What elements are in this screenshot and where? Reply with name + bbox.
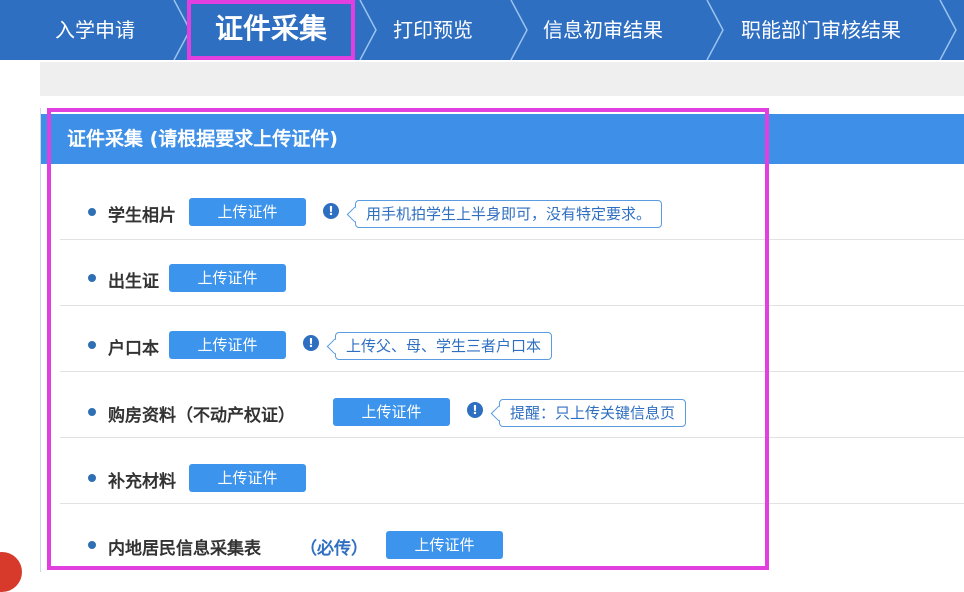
- step-department-review-result[interactable]: 职能部门审核结果: [741, 0, 901, 60]
- list-item-supplementary-materials: 补充材料 上传证件: [60, 437, 964, 504]
- step-navigation: 入学申请 证件采集 打印预览 信息初审结果 职能部门审核结果: [0, 0, 964, 60]
- item-label: 出生证: [108, 272, 159, 292]
- upload-button[interactable]: 上传证件: [169, 264, 286, 292]
- exclamation-circle-icon: !: [323, 203, 339, 219]
- bullet-dot: [88, 341, 96, 349]
- item-label: 补充材料: [108, 472, 176, 492]
- bullet-dot: [88, 408, 96, 416]
- step-admission-application[interactable]: 入学申请: [55, 0, 135, 60]
- tip-bubble: 提醒：只上传关键信息页: [499, 399, 687, 427]
- item-label: 内地居民信息采集表: [108, 539, 261, 559]
- list-item-household-register: 户口本 上传证件 ! 上传父、母、学生三者户口本: [60, 305, 964, 372]
- tip-bubble: 用手机拍学生上半身即可，没有特定要求。: [355, 200, 663, 228]
- step-print-preview[interactable]: 打印预览: [393, 0, 473, 60]
- chevron-right-icon: [359, 0, 377, 60]
- bullet-dot: [88, 474, 96, 482]
- item-label: 学生相片: [108, 206, 176, 226]
- upload-button[interactable]: 上传证件: [189, 198, 306, 226]
- step-document-collection[interactable]: 证件采集: [187, 0, 355, 60]
- upload-button[interactable]: 上传证件: [169, 331, 286, 359]
- bullet-dot: [88, 541, 96, 549]
- list-item-student-photo: 学生相片 上传证件 ! 用手机拍学生上半身即可，没有特定要求。: [60, 173, 964, 240]
- toolbar-strip: [40, 62, 964, 96]
- list-item-resident-info-form: 内地居民信息采集表 （必传） 上传证件: [60, 503, 964, 569]
- bullet-dot: [88, 208, 96, 216]
- list-item-birth-certificate: 出生证 上传证件: [60, 239, 964, 306]
- tip-bubble: 上传父、母、学生三者户口本: [335, 332, 553, 360]
- exclamation-circle-icon: !: [303, 335, 319, 351]
- item-label: 户口本: [108, 339, 159, 359]
- bullet-dot: [88, 274, 96, 282]
- upload-button[interactable]: 上传证件: [189, 464, 306, 492]
- list-item-property-documents: 购房资料（不动产权证） 上传证件 ! 提醒：只上传关键信息页: [60, 371, 964, 438]
- required-badge: （必传）: [300, 539, 368, 559]
- chevron-right-icon: [939, 0, 957, 60]
- item-label: 购房资料（不动产权证）: [108, 406, 295, 426]
- corner-decoration: [0, 552, 22, 592]
- upload-button[interactable]: 上传证件: [386, 531, 503, 559]
- step-initial-review-result[interactable]: 信息初审结果: [543, 0, 663, 60]
- upload-button[interactable]: 上传证件: [333, 398, 450, 426]
- chevron-right-icon: [510, 0, 528, 60]
- chevron-right-icon: [706, 0, 724, 60]
- panel-title: 证件采集 (请根据要求上传证件): [67, 128, 338, 150]
- exclamation-circle-icon: !: [467, 402, 483, 418]
- panel-header: 证件采集 (请根据要求上传证件): [41, 114, 964, 164]
